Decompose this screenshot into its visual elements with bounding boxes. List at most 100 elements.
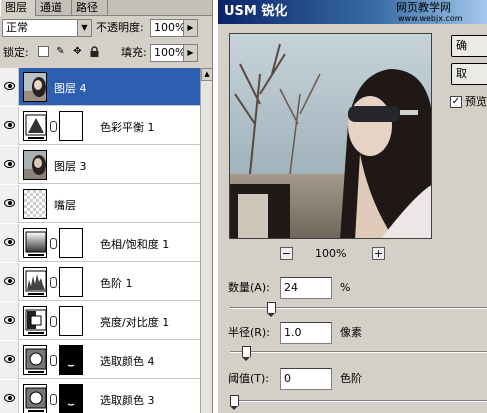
visibility-toggle[interactable] <box>0 107 19 145</box>
layer-name: 图层 4 <box>54 82 87 95</box>
zoom-controls: − 100% + <box>229 245 432 263</box>
threshold-slider[interactable] <box>230 395 487 410</box>
usm-sharpen-dialog: USM 锐化 网页教学网 www.webjx.com − 100% + 确 取 … <box>218 0 487 413</box>
lock-move-icon[interactable]: ✥ <box>72 46 83 57</box>
slider-track <box>230 351 487 353</box>
radius-field: 半径(R): 1.0 像素 <box>228 322 478 346</box>
fill-label: 填充: <box>121 46 147 59</box>
layer-mask-thumbnail <box>59 228 83 258</box>
ok-button[interactable]: 确 <box>451 35 487 57</box>
layer-name: 色阶 1 <box>100 277 133 290</box>
tab-layers[interactable]: 图层 <box>0 0 36 16</box>
radius-input[interactable]: 1.0 <box>280 322 332 344</box>
threshold-field: 阈值(T): 0 色阶 <box>228 368 478 392</box>
layer-row[interactable]: 亮度/对比度 1 <box>0 302 200 340</box>
layer-mask-thumbnail <box>59 384 83 413</box>
transparent-thumbnail <box>23 189 47 219</box>
layer-list: 图层 4 色彩平衡 1 图层 3 嘴层 色相/饱和度 1 色阶 1 亮度/对比度… <box>0 68 200 413</box>
layer-name: 色相/饱和度 1 <box>100 238 170 251</box>
opacity-value: 100% <box>154 21 186 34</box>
zoom-level: 100% <box>315 247 347 260</box>
layer-thumbnail <box>23 150 47 180</box>
opacity-label: 不透明度: <box>96 21 144 34</box>
fill-value: 100% <box>154 46 186 59</box>
link-icon <box>50 121 57 132</box>
chevron-right-icon: ▶ <box>183 45 197 61</box>
lock-label: 锁定: <box>3 46 29 59</box>
watermark-url: www.webjx.com <box>398 14 463 23</box>
eye-icon <box>4 394 15 402</box>
layer-name: 嘴层 <box>54 199 76 212</box>
threshold-input[interactable]: 0 <box>280 368 332 390</box>
blend-mode-value: 正常 <box>6 21 28 34</box>
visibility-toggle[interactable] <box>0 224 19 262</box>
checkmark-icon: ✓ <box>450 96 462 108</box>
tab-paths[interactable]: 路径 <box>72 0 108 16</box>
preview-image[interactable] <box>229 33 432 239</box>
zoom-in-button[interactable]: + <box>372 247 385 260</box>
visibility-toggle[interactable] <box>0 341 19 379</box>
amount-slider-handle[interactable] <box>267 302 276 317</box>
link-icon <box>50 316 57 327</box>
opacity-input[interactable]: 100% ▶ <box>150 19 198 37</box>
radius-label: 半径(R): <box>228 326 270 339</box>
visibility-toggle[interactable] <box>0 302 19 340</box>
scroll-up-icon[interactable]: ▲ <box>201 68 212 81</box>
lock-brush-icon[interactable]: ✎ <box>55 46 66 57</box>
eye-icon <box>4 199 15 207</box>
threshold-slider-handle[interactable] <box>230 395 239 410</box>
layer-name: 亮度/对比度 1 <box>100 316 170 329</box>
threshold-unit: 色阶 <box>340 372 362 385</box>
layer-row[interactable]: 色阶 1 <box>0 263 200 301</box>
link-icon <box>50 238 57 249</box>
layer-row[interactable]: 图层 3 <box>0 146 200 184</box>
lock-all-icon[interactable] <box>89 46 100 57</box>
visibility-toggle[interactable] <box>0 68 19 106</box>
visibility-toggle[interactable] <box>0 380 19 413</box>
selective-color-icon <box>23 345 47 375</box>
layer-name: 选取颜色 4 <box>100 355 155 368</box>
amount-label: 数量(A): <box>228 281 270 294</box>
visibility-toggle[interactable] <box>0 146 19 184</box>
layers-panel: 图层 通道 路径 正常 ▼ 不透明度: 100% ▶ 锁定: 填充: 100% … <box>0 0 213 413</box>
eye-icon <box>4 355 15 363</box>
lock-transparent-icon[interactable] <box>38 46 49 57</box>
layer-row[interactable]: 图层 4 <box>0 68 200 106</box>
amount-field: 数量(A): 24 % <box>228 277 478 301</box>
layer-row[interactable]: 选取颜色 3 <box>0 380 200 413</box>
panel-tabs: 图层 通道 路径 <box>0 0 212 16</box>
layer-row[interactable]: 嘴层 <box>0 185 200 223</box>
hue-saturation-icon <box>23 228 47 258</box>
threshold-label: 阈值(T): <box>228 372 270 385</box>
layer-list-scrollbar[interactable]: ▲ <box>200 68 212 413</box>
brightness-contrast-icon <box>23 306 47 336</box>
preview-label: 预览 <box>465 95 487 108</box>
layer-mask-thumbnail <box>59 306 83 336</box>
link-icon <box>50 277 57 288</box>
visibility-toggle[interactable] <box>0 185 19 223</box>
blend-mode-select[interactable]: 正常 ▼ <box>2 19 92 37</box>
fill-input[interactable]: 100% ▶ <box>150 44 198 62</box>
layer-row[interactable]: 色彩平衡 1 <box>0 107 200 145</box>
amount-input[interactable]: 24 <box>280 277 332 299</box>
amount-slider[interactable] <box>230 302 487 317</box>
levels-icon <box>23 267 47 297</box>
reset-button[interactable]: 取 <box>451 63 487 85</box>
zoom-out-button[interactable]: − <box>280 247 293 260</box>
radius-slider-handle[interactable] <box>242 346 251 361</box>
layer-name: 图层 3 <box>54 160 87 173</box>
visibility-toggle[interactable] <box>0 263 19 301</box>
preview-checkbox[interactable]: ✓ 预览 <box>450 95 487 110</box>
layer-row[interactable]: 色相/饱和度 1 <box>0 224 200 262</box>
tab-channels[interactable]: 通道 <box>36 0 72 16</box>
layer-row[interactable]: 选取颜色 4 <box>0 341 200 379</box>
layer-thumbnail <box>23 72 47 102</box>
eye-icon <box>4 82 15 90</box>
radius-slider[interactable] <box>230 346 487 361</box>
color-balance-icon <box>23 111 47 141</box>
eye-icon <box>4 160 15 168</box>
eye-icon <box>4 277 15 285</box>
dialog-titlebar[interactable]: USM 锐化 网页教学网 www.webjx.com <box>218 0 487 24</box>
link-icon <box>50 394 57 405</box>
chevron-down-icon: ▼ <box>77 20 91 36</box>
